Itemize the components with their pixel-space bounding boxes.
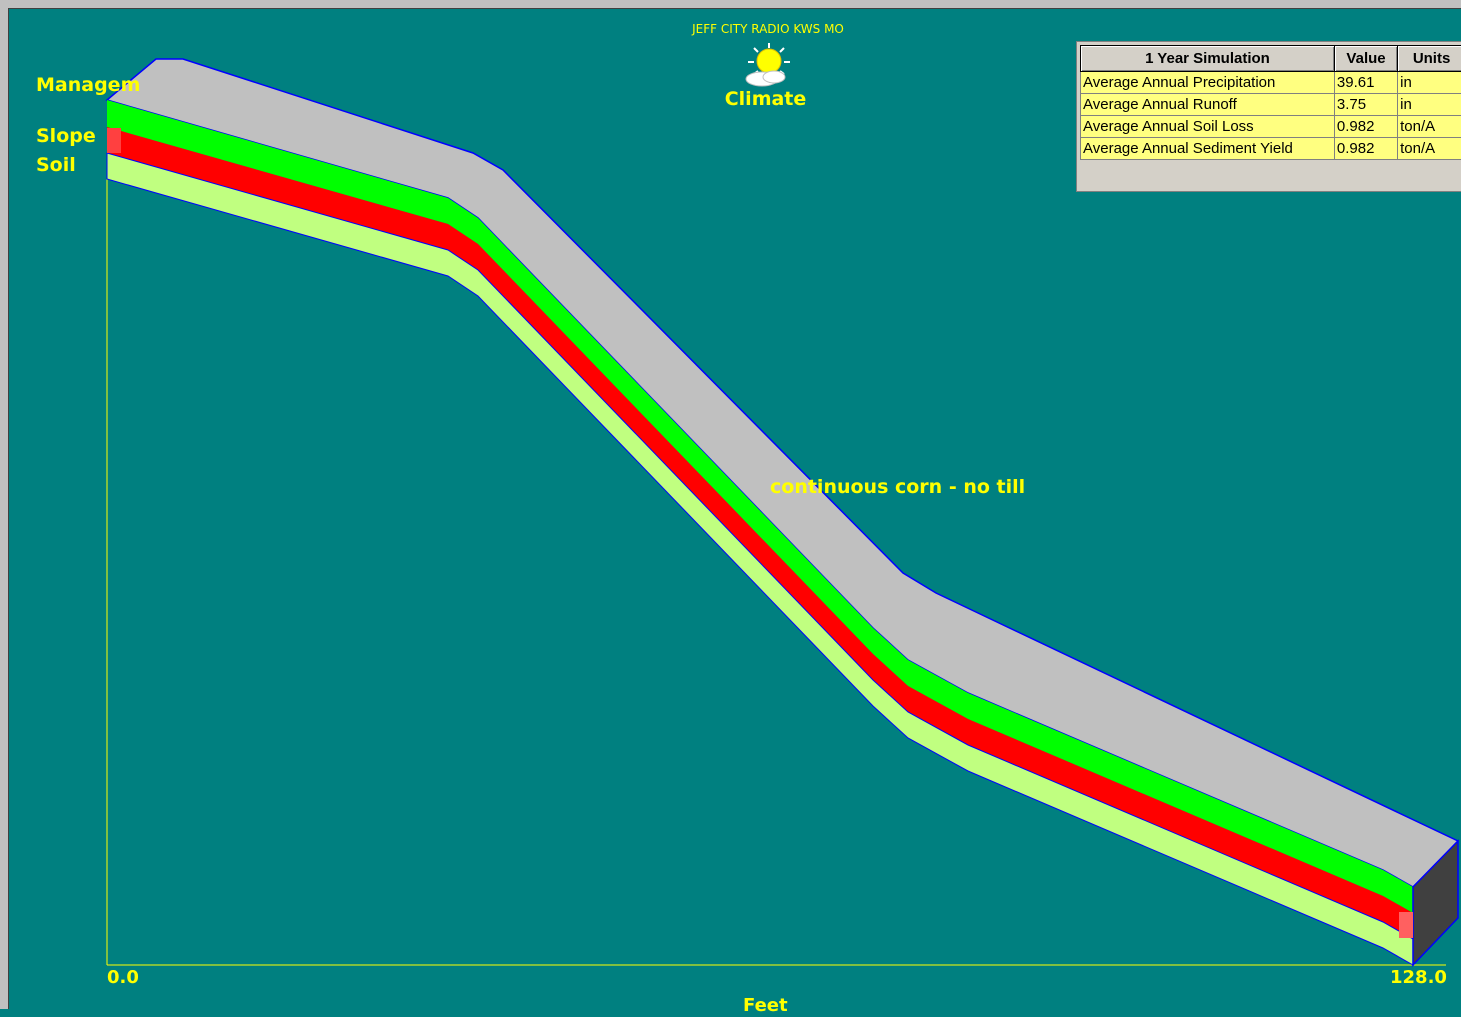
row-value: 0.982 <box>1334 138 1397 160</box>
sun-cloud-icon[interactable] <box>736 41 796 89</box>
table-row[interactable]: Average Annual Soil Loss 0.982 ton/A <box>1081 116 1461 138</box>
x-axis-end: 128.0 <box>1390 967 1447 988</box>
column-header-value[interactable]: Value <box>1334 46 1397 72</box>
table-row[interactable]: Average Annual Runoff 3.75 in <box>1081 94 1461 116</box>
management-name[interactable]: continuous corn - no till <box>770 476 1025 498</box>
row-value: 0.982 <box>1334 116 1397 138</box>
row-unit: in <box>1398 72 1461 94</box>
simulation-window: JEFF CITY RADIO KWS MO Climate Managem S… <box>0 0 1461 1009</box>
table-row[interactable]: Average Annual Precipitation 39.61 in <box>1081 72 1461 94</box>
row-label: Average Annual Precipitation <box>1081 72 1335 94</box>
x-axis-label: Feet <box>743 995 788 1016</box>
row-value: 39.61 <box>1334 72 1397 94</box>
table-row[interactable]: Average Annual Sediment Yield 0.982 ton/… <box>1081 138 1461 160</box>
results-panel: 1 Year Simulation Value Units Average An… <box>1076 41 1461 192</box>
climate-label[interactable]: Climate <box>708 88 823 110</box>
row-unit: in <box>1398 94 1461 116</box>
management-label[interactable]: Managem <box>36 74 140 96</box>
row-label: Average Annual Runoff <box>1081 94 1335 116</box>
soil-label[interactable]: Soil <box>36 154 76 176</box>
row-label: Average Annual Soil Loss <box>1081 116 1335 138</box>
row-value: 3.75 <box>1334 94 1397 116</box>
right-slope-marker <box>1399 912 1413 938</box>
row-unit: ton/A <box>1398 138 1461 160</box>
column-header-simulation[interactable]: 1 Year Simulation <box>1081 46 1335 72</box>
left-slope-marker <box>107 128 121 153</box>
climate-station-name[interactable]: JEFF CITY RADIO KWS MO <box>668 22 868 36</box>
row-label: Average Annual Sediment Yield <box>1081 138 1335 160</box>
x-axis-start: 0.0 <box>107 967 139 988</box>
row-unit: ton/A <box>1398 116 1461 138</box>
results-header-row: 1 Year Simulation Value Units <box>1081 46 1461 72</box>
column-header-units[interactable]: Units <box>1398 46 1461 72</box>
slope-label[interactable]: Slope <box>36 125 96 147</box>
results-table: 1 Year Simulation Value Units Average An… <box>1080 45 1461 160</box>
